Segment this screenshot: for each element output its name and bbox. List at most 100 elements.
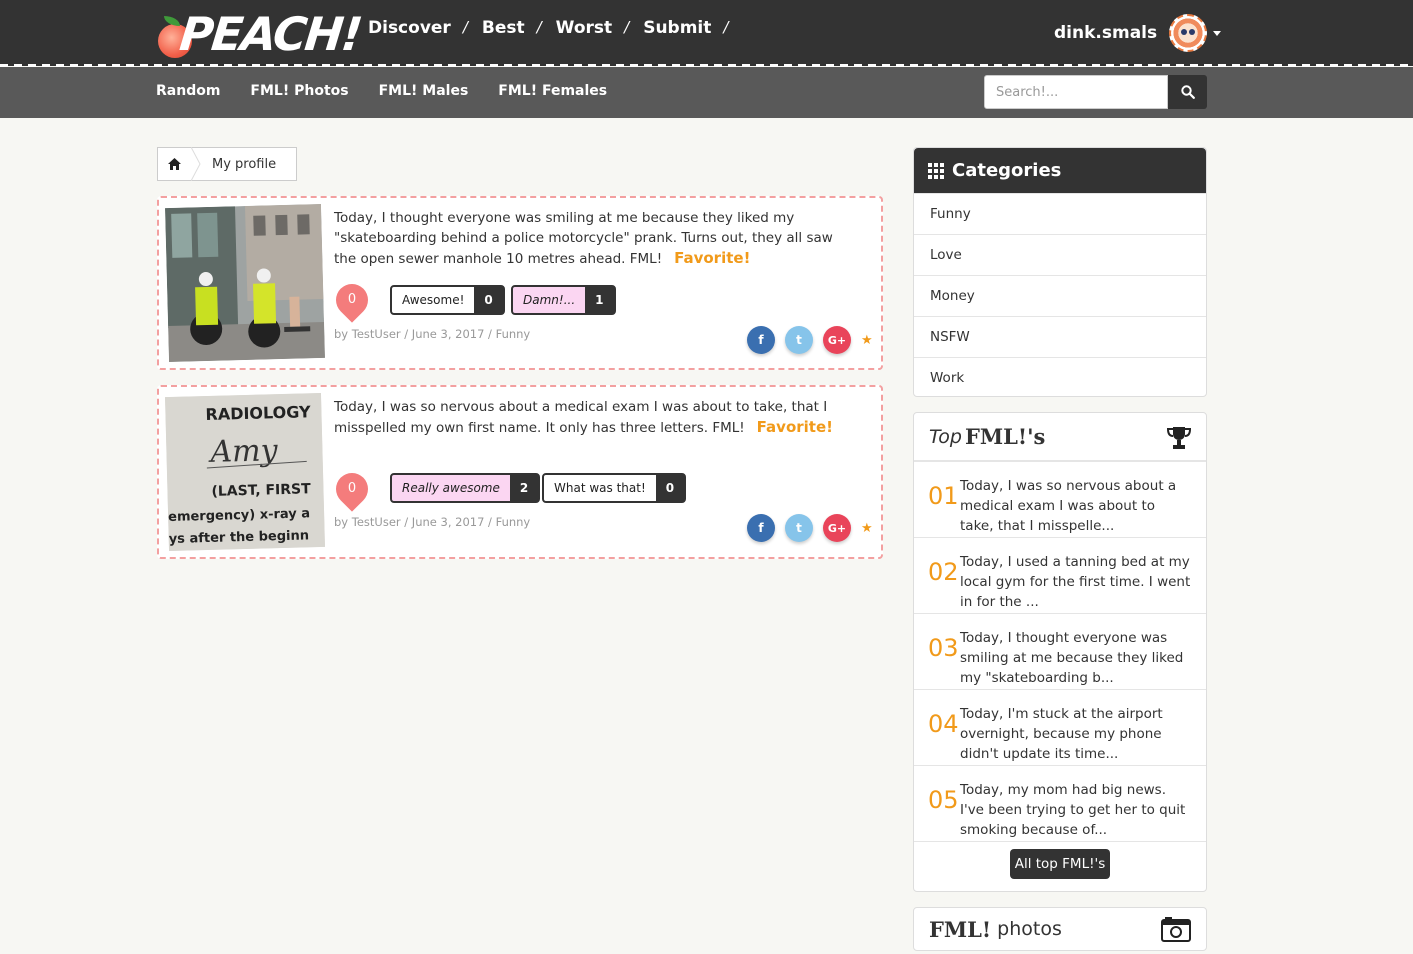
nav-separator: / <box>536 18 542 36</box>
home-icon <box>168 158 181 170</box>
chevron-down-icon[interactable] <box>1213 30 1222 36</box>
category-funny[interactable]: Funny <box>914 193 1206 234</box>
grid-icon <box>928 162 944 179</box>
top-fml-rank: 04 <box>928 710 959 738</box>
post-body: Today, I was so nervous about a medical … <box>334 399 828 436</box>
nav-separator: / <box>462 18 468 36</box>
share-buttons: f t G+ ★ <box>747 326 873 354</box>
twitter-share-button[interactable]: t <box>785 514 813 542</box>
top-fml-item[interactable]: 01 Today, I was so nervous about a medic… <box>914 461 1206 537</box>
top-fml-rank: 01 <box>928 482 959 510</box>
twitter-share-button[interactable]: t <box>785 326 813 354</box>
vote-label: Really awesome <box>392 475 510 501</box>
top-fml-rank: 05 <box>928 786 959 814</box>
main-nav: Discover / Best / Worst / Submit / <box>368 18 742 38</box>
facebook-icon: f <box>758 333 764 347</box>
top-bar: PEACH! Discover / Best / Worst / Submit … <box>0 0 1413 66</box>
nav-best[interactable]: Best <box>482 18 525 38</box>
post-meta: by TestUser / June 3, 2017 / Funny <box>334 515 531 529</box>
top-fmls-panel: Top FML!'s 01 Today, I was so nervous ab… <box>913 412 1207 892</box>
favorite-link[interactable]: Favorite! <box>757 418 833 436</box>
top-fml-item[interactable]: 05 Today, my mom had big news. I've been… <box>914 765 1206 841</box>
breadcrumb-home[interactable] <box>158 147 201 181</box>
category-work[interactable]: Work <box>914 357 1206 398</box>
camera-icon <box>1161 917 1191 942</box>
search-button[interactable] <box>1168 75 1207 109</box>
score-badge: 0 <box>329 466 375 512</box>
sub-nav: Random FML! Photos FML! Males FML! Femal… <box>156 83 607 99</box>
category-money[interactable]: Money <box>914 275 1206 316</box>
nav-submit[interactable]: Submit <box>643 18 711 38</box>
top-fml-item[interactable]: 03 Today, I thought everyone was smiling… <box>914 613 1206 689</box>
subnav-random[interactable]: Random <box>156 83 220 99</box>
top-fml-text[interactable]: Today, I thought everyone was smiling at… <box>960 628 1192 688</box>
image-text: Amy <box>207 433 279 470</box>
twitter-icon: t <box>796 521 802 535</box>
google-plus-share-button[interactable]: G+ <box>823 514 851 542</box>
categories-panel: Categories Funny Love Money NSFW Work <box>913 147 1207 397</box>
categories-title: Categories <box>952 160 1062 181</box>
top-fml-text[interactable]: Today, I'm stuck at the airport overnigh… <box>960 704 1192 764</box>
top-fml-item[interactable]: 04 Today, I'm stuck at the airport overn… <box>914 689 1206 765</box>
search-input[interactable] <box>984 75 1168 109</box>
score-value: 0 <box>347 481 357 496</box>
vote-count: 1 <box>595 293 604 307</box>
top-fml-item[interactable]: 02 Today, I used a tanning bed at my loc… <box>914 537 1206 613</box>
vote-really-awesome-button[interactable]: Really awesome 2 <box>390 473 541 503</box>
top-title-italic: Top <box>929 425 962 448</box>
nav-separator: / <box>624 18 630 36</box>
subnav-fml-males[interactable]: FML! Males <box>379 83 469 99</box>
post-text: Today, I was so nervous about a medical … <box>334 397 854 438</box>
user-menu[interactable]: dink.smals <box>1054 14 1222 52</box>
categories-header: Categories <box>914 148 1206 193</box>
image-text: RADIOLOGY <box>205 402 311 424</box>
search-form <box>984 75 1207 109</box>
top-title-bold: FML!'s <box>964 424 1046 449</box>
category-love[interactable]: Love <box>914 234 1206 275</box>
vote-label: Damn!... <box>513 287 586 313</box>
google-plus-icon: G+ <box>827 521 847 535</box>
top-fml-text[interactable]: Today, I used a tanning bed at my local … <box>960 552 1192 612</box>
breadcrumb-current: My profile <box>212 156 277 172</box>
vote-what-was-that-button[interactable]: What was that! 0 <box>542 473 687 503</box>
vote-label: Awesome! <box>392 287 475 313</box>
nav-worst[interactable]: Worst <box>556 18 612 38</box>
subnav-fml-photos[interactable]: FML! Photos <box>250 83 348 99</box>
top-fml-text[interactable]: Today, my mom had big news. I've been tr… <box>960 780 1192 840</box>
image-text: (LAST, FIRST <box>211 481 311 500</box>
trophy-icon <box>1166 427 1192 449</box>
vote-damn-button[interactable]: Damn!... 1 <box>511 285 616 315</box>
vote-awesome-button[interactable]: Awesome! 0 <box>390 285 505 315</box>
star-icon[interactable]: ★ <box>861 333 873 348</box>
top-fmls-header: Top FML!'s <box>914 413 1206 461</box>
category-nsfw[interactable]: NSFW <box>914 316 1206 357</box>
nav-discover[interactable]: Discover <box>368 18 451 38</box>
facebook-share-button[interactable]: f <box>747 514 775 542</box>
avatar[interactable] <box>1169 14 1208 52</box>
favorite-link[interactable]: Favorite! <box>674 249 750 267</box>
score-value: 0 <box>347 292 357 307</box>
post-body: Today, I thought everyone was smiling at… <box>334 210 833 267</box>
google-plus-share-button[interactable]: G+ <box>823 326 851 354</box>
post-image[interactable]: RADIOLOGY Amy (LAST, FIRST emergency) x-… <box>165 392 325 552</box>
score-badge: 0 <box>329 277 375 323</box>
site-logo[interactable]: PEACH! <box>158 6 363 62</box>
all-top-fmls-button[interactable]: All top FML!'s <box>1009 848 1111 879</box>
photos-title-rest: photos <box>997 918 1062 940</box>
sub-bar: Random FML! Photos FML! Males FML! Femal… <box>0 67 1413 118</box>
facebook-share-button[interactable]: f <box>747 326 775 354</box>
username[interactable]: dink.smals <box>1054 23 1157 43</box>
top-fml-rank: 03 <box>928 634 959 662</box>
twitter-icon: t <box>796 333 802 347</box>
top-fml-rank: 02 <box>928 558 959 586</box>
top-fmls-footer: All top FML!'s <box>914 841 1206 885</box>
post-image[interactable] <box>165 203 325 363</box>
top-fml-text[interactable]: Today, I was so nervous about a medical … <box>960 476 1192 536</box>
search-icon <box>1180 85 1195 99</box>
vote-label: What was that! <box>544 475 656 501</box>
subnav-fml-females[interactable]: FML! Females <box>498 83 607 99</box>
post-meta: by TestUser / June 3, 2017 / Funny <box>334 327 531 341</box>
post-card: Today, I thought everyone was smiling at… <box>157 196 883 370</box>
star-icon[interactable]: ★ <box>861 521 873 536</box>
post-text: Today, I thought everyone was smiling at… <box>334 208 854 269</box>
